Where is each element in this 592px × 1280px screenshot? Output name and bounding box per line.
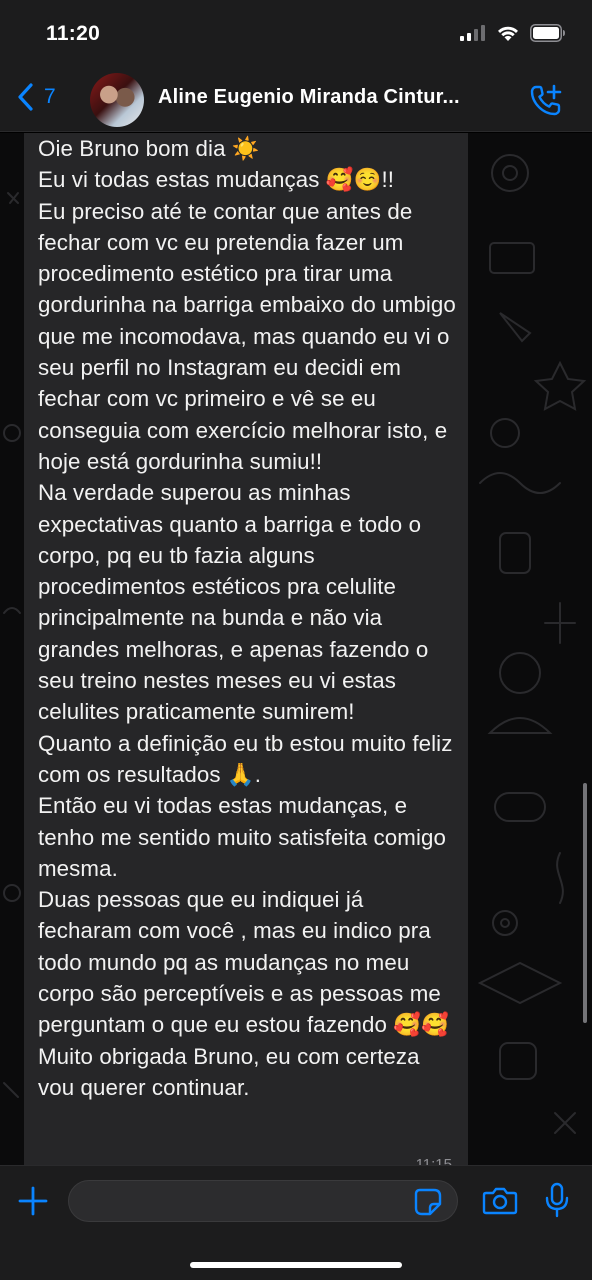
message-bubble[interactable]: Oie Bruno bom dia ☀️ Eu vi todas estas m… (24, 133, 468, 1165)
add-call-icon (530, 84, 562, 116)
microphone-button[interactable] (544, 1182, 570, 1225)
camera-icon (482, 1187, 518, 1215)
contact-avatar[interactable] (90, 73, 144, 127)
camera-button[interactable] (482, 1186, 518, 1221)
status-icons (460, 24, 566, 42)
signal-icon (460, 25, 485, 41)
add-call-button[interactable] (528, 82, 564, 123)
microphone-icon (545, 1182, 569, 1218)
contact-name[interactable]: Aline Eugenio Miranda Cintur... (158, 86, 498, 109)
home-indicator[interactable] (190, 1262, 402, 1268)
message-input[interactable] (68, 1180, 458, 1222)
message-timestamp: 11:15 (415, 1156, 452, 1165)
sticker-button[interactable] (414, 1188, 442, 1221)
back-chevron-icon (18, 83, 33, 111)
message-text: Oie Bruno bom dia ☀️ Eu vi todas estas m… (38, 136, 456, 1100)
attach-button[interactable] (16, 1184, 50, 1223)
battery-icon (530, 24, 565, 42)
chat-header: 7 Aline Eugenio Miranda Cintur... (0, 68, 592, 132)
scrollbar[interactable] (583, 783, 587, 1023)
back-button[interactable]: 7 (16, 82, 56, 112)
wifi-icon (498, 26, 518, 41)
input-bar (0, 1165, 592, 1280)
plus-icon (18, 1186, 48, 1216)
unread-count: 7 (44, 85, 56, 108)
sticker-icon (414, 1188, 442, 1216)
status-time: 11:20 (46, 22, 101, 45)
chat-area[interactable]: Oie Bruno bom dia ☀️ Eu vi todas estas m… (0, 133, 592, 1165)
status-bar: 11:20 (0, 0, 592, 68)
